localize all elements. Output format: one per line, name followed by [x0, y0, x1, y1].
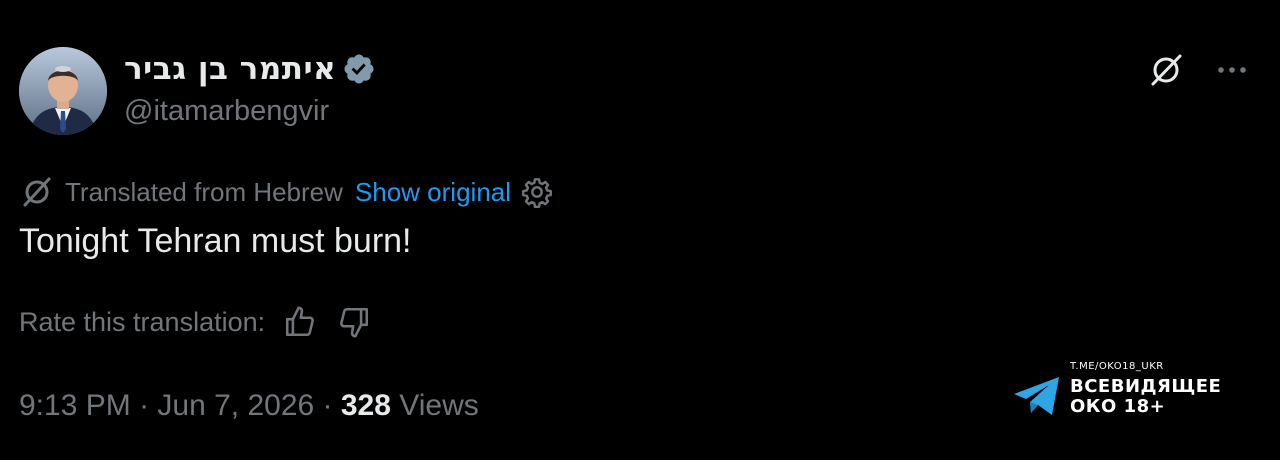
- watermark-name-line2: ОКО 18+: [1070, 396, 1166, 417]
- top-actions: [1146, 50, 1252, 90]
- author-handle[interactable]: @itamarbengvir: [124, 95, 329, 128]
- grok-icon[interactable]: [1146, 50, 1186, 90]
- tweet: איתמר בן גביר @itamarbengvir Translated …: [0, 0, 1280, 460]
- rate-translation-label: Rate this translation:: [19, 306, 266, 337]
- tweet-date[interactable]: Jun 7, 2026: [157, 389, 314, 423]
- watermark-name-line1: ВСЕВИДЯЩЕЕ: [1070, 376, 1222, 397]
- thumbs-down-icon[interactable]: [337, 305, 371, 339]
- meta-separator: ·: [314, 389, 341, 422]
- gear-icon[interactable]: [521, 176, 553, 208]
- author-display-name[interactable]: איתמר בן גביר: [124, 51, 336, 87]
- show-original-link[interactable]: Show original: [355, 177, 511, 208]
- more-options-icon[interactable]: [1212, 50, 1252, 90]
- views-label: Views: [399, 389, 479, 422]
- translation-row: Translated from Hebrew Show original: [19, 170, 553, 214]
- telegram-icon: [1014, 377, 1059, 415]
- rate-translation-row: Rate this translation:: [19, 300, 371, 344]
- views-spacer: [391, 389, 399, 423]
- tweet-text: Tonight Tehran must burn!: [19, 222, 412, 260]
- views-count[interactable]: 328: [341, 389, 391, 423]
- thumbs-up-icon[interactable]: [283, 305, 317, 339]
- avatar-image: [19, 47, 107, 135]
- tweet-time[interactable]: 9:13 PM: [19, 389, 131, 423]
- translated-from-label: Translated from Hebrew: [65, 176, 343, 207]
- watermark-url: T.ME/OKO18_UKR: [1070, 361, 1164, 372]
- verified-badge-icon: [344, 54, 374, 84]
- author-name-row: איתמר בן גביר: [124, 48, 376, 90]
- tweet-meta: 9:13 PM · Jun 7, 2026 · 328 Views: [19, 384, 479, 428]
- meta-separator: ·: [130, 389, 158, 422]
- channel-watermark: T.ME/OKO18_UKR ВСЕВИДЯЩЕЕ ОКО 18+: [1012, 360, 1242, 420]
- translate-icon: [23, 177, 51, 207]
- avatar[interactable]: [19, 47, 107, 135]
